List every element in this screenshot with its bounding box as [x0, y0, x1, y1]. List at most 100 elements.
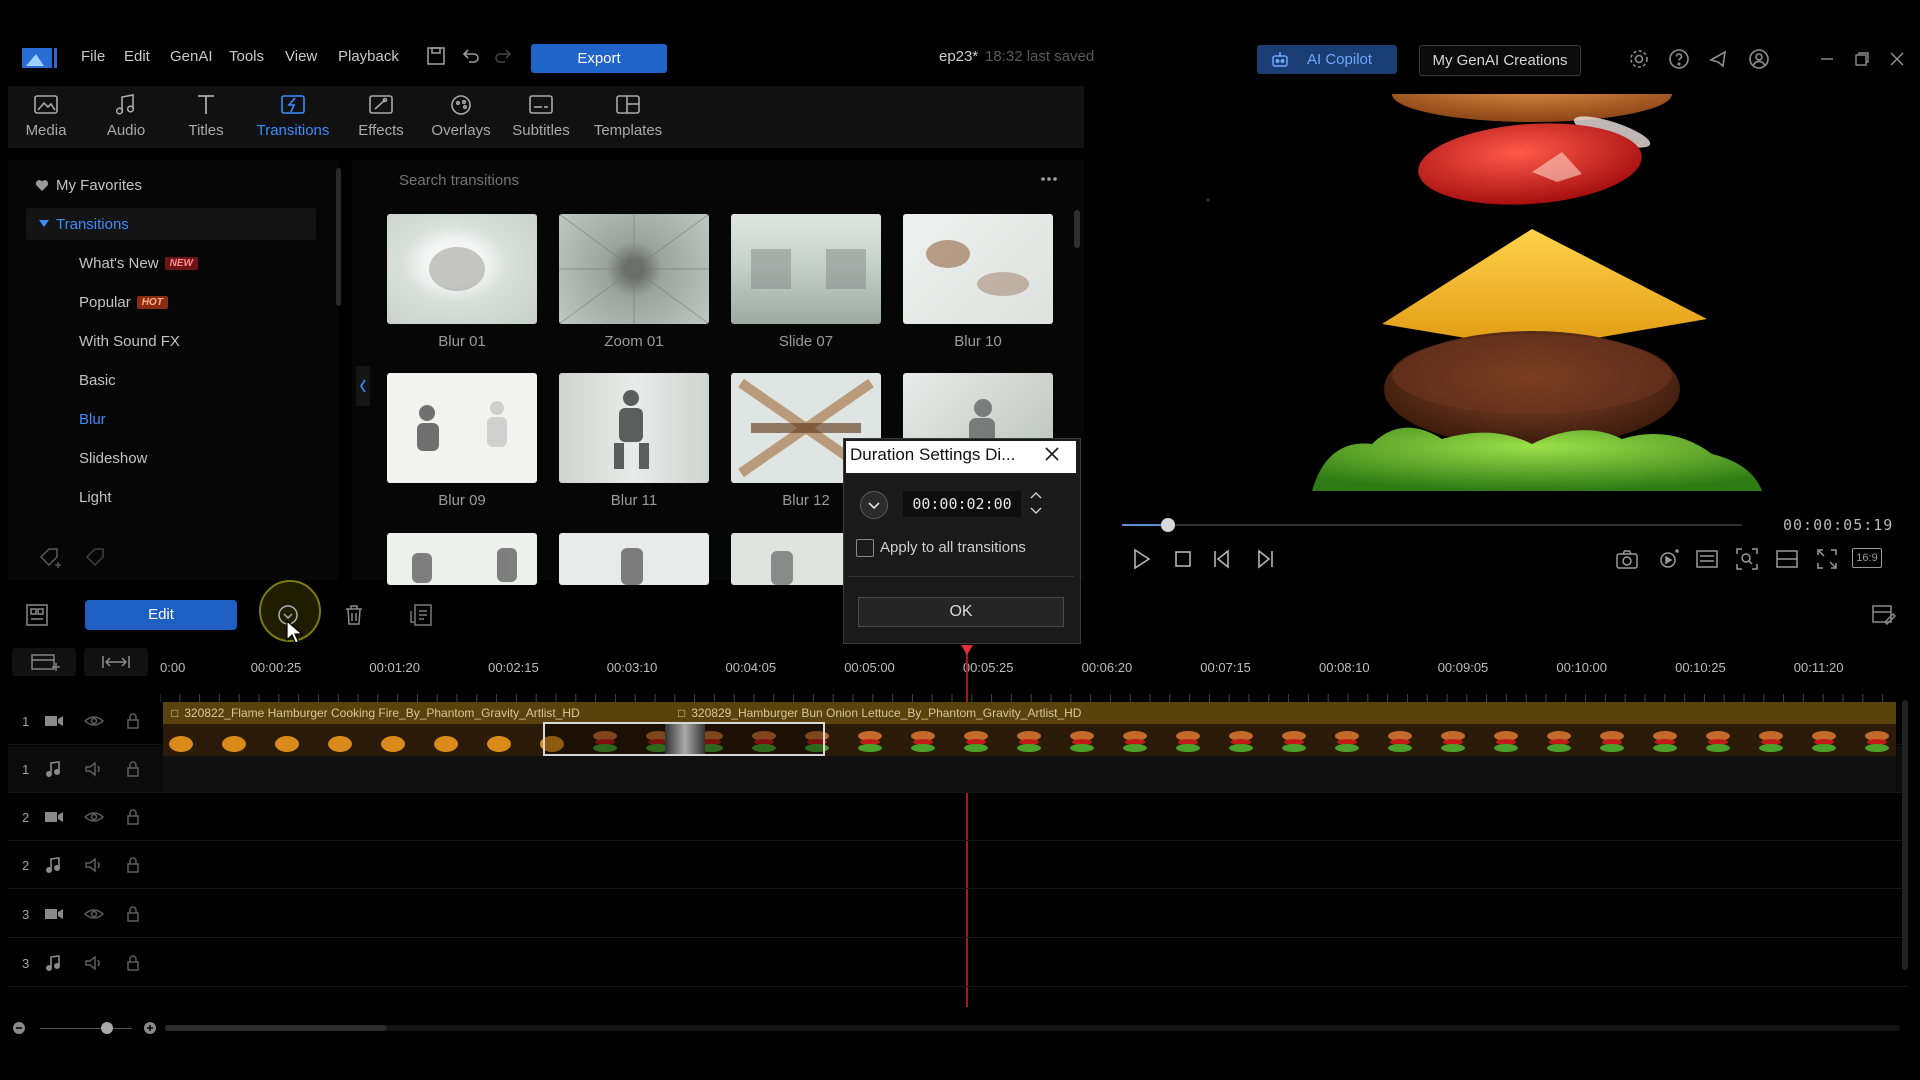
gear-icon[interactable]: [1627, 47, 1651, 71]
snapshot-icon[interactable]: [1614, 546, 1640, 572]
tab-templates[interactable]: Templates: [588, 92, 668, 139]
menu-file[interactable]: File: [81, 48, 105, 65]
eye-icon[interactable]: [83, 905, 105, 923]
tab-subtitles[interactable]: Subtitles: [501, 92, 581, 139]
timeline-scroll-thumb[interactable]: [165, 1025, 387, 1031]
track-row-audio-2[interactable]: 2: [8, 842, 1908, 889]
delete-icon[interactable]: [342, 602, 366, 628]
library-scrollbar[interactable]: [1074, 210, 1080, 248]
speaker-icon[interactable]: [83, 954, 105, 972]
menu-genai[interactable]: GenAI: [170, 48, 213, 65]
video-clip-1[interactable]: □ 320822_Flame Hamburger Cooking Fire_By_…: [163, 702, 670, 724]
undo-icon[interactable]: [459, 45, 481, 67]
lock-icon[interactable]: [124, 856, 142, 874]
menu-playback[interactable]: Playback: [338, 48, 399, 65]
track-row-video-3[interactable]: 3: [8, 891, 1908, 938]
preview-seek-track[interactable]: [1122, 524, 1742, 526]
duration-field[interactable]: 00:00:02:00: [903, 491, 1021, 517]
collapse-panel-button[interactable]: [356, 366, 370, 406]
tab-titles[interactable]: Titles: [166, 92, 246, 139]
ok-button[interactable]: OK: [858, 597, 1064, 627]
tag-edit-icon[interactable]: [84, 546, 110, 568]
zoom-slider-track[interactable]: [40, 1028, 132, 1029]
storyboard-toggle-icon[interactable]: [24, 602, 50, 628]
duration-increment-icon[interactable]: [1027, 489, 1045, 503]
track-manager-button[interactable]: [12, 648, 76, 676]
tab-media[interactable]: Media: [6, 92, 86, 139]
zoom-preview-icon[interactable]: [1734, 546, 1760, 572]
clip-attributes-icon[interactable]: [408, 602, 434, 628]
transition-thumb-9[interactable]: [387, 533, 537, 585]
transition-thumb-slide-07[interactable]: [731, 214, 881, 324]
sidebar-item-slideshow[interactable]: Slideshow: [79, 450, 147, 467]
my-favorites-item[interactable]: My Favorites: [56, 177, 142, 194]
tag-add-icon[interactable]: [38, 546, 64, 568]
ai-copilot-button[interactable]: AI Copilot: [1257, 45, 1397, 74]
export-button[interactable]: Export: [531, 44, 667, 73]
apply-all-label[interactable]: Apply to all transitions: [880, 539, 1026, 556]
aspect-ratio-button[interactable]: 16:9: [1852, 548, 1882, 568]
render-preview-icon[interactable]: [1656, 546, 1682, 572]
save-icon[interactable]: [425, 45, 447, 67]
next-frame-icon[interactable]: [1251, 546, 1277, 572]
sidebar-item-with-sound-fx[interactable]: With Sound FX: [79, 333, 180, 350]
playhead-marker[interactable]: [961, 645, 973, 655]
dialog-close-icon[interactable]: [1041, 443, 1063, 465]
fullscreen-icon[interactable]: [1814, 546, 1840, 572]
transition-thumb-blur-10[interactable]: [903, 214, 1053, 324]
eye-icon[interactable]: [83, 808, 105, 826]
zoom-in-icon[interactable]: [143, 1021, 157, 1035]
transition-thumb-zoom-01[interactable]: [559, 214, 709, 324]
preview-seek-handle[interactable]: [1161, 518, 1175, 532]
play-icon[interactable]: [1128, 546, 1154, 572]
lock-icon[interactable]: [124, 905, 142, 923]
feedback-icon[interactable]: [1707, 47, 1731, 71]
menu-edit[interactable]: Edit: [124, 48, 150, 65]
track-lane[interactable]: [163, 794, 1896, 840]
my-genai-creations-button[interactable]: My GenAI Creations: [1419, 45, 1581, 76]
close-window-icon[interactable]: [1885, 47, 1909, 71]
more-options-icon[interactable]: [1040, 176, 1058, 182]
split-view-icon[interactable]: [1774, 546, 1800, 572]
previous-frame-icon[interactable]: [1210, 546, 1236, 572]
transition-block-selected[interactable]: [543, 722, 825, 756]
video-preview[interactable]: [1112, 94, 1920, 491]
caret-down-icon[interactable]: [39, 220, 49, 228]
tab-audio[interactable]: Audio: [86, 92, 166, 139]
help-icon[interactable]: [1667, 47, 1691, 71]
sidebar-item-basic[interactable]: Basic: [79, 372, 116, 389]
tab-transitions[interactable]: Transitions: [253, 92, 333, 139]
redo-icon[interactable]: [493, 45, 515, 67]
track-lane[interactable]: [163, 842, 1896, 888]
subtitle-toggle-icon[interactable]: [1694, 546, 1720, 572]
track-lane[interactable]: [163, 891, 1896, 937]
tree-scrollbar[interactable]: [336, 168, 341, 306]
restore-icon[interactable]: [1850, 47, 1874, 71]
lock-icon[interactable]: [124, 712, 142, 730]
track-row-audio-3[interactable]: 3: [8, 940, 1908, 987]
stop-icon[interactable]: [1170, 546, 1196, 572]
speaker-icon[interactable]: [83, 760, 105, 778]
timeline-settings-icon[interactable]: [1870, 602, 1898, 628]
transition-thumb-blur-01[interactable]: [387, 214, 537, 324]
timeline-horizontal-scrollbar[interactable]: [165, 1025, 1900, 1031]
sidebar-item-popular[interactable]: Popular HOT: [79, 294, 168, 311]
apply-all-checkbox[interactable]: [856, 539, 874, 557]
lock-icon[interactable]: [124, 808, 142, 826]
video-clip-2[interactable]: □ 320829_Hamburger Bun Onion Lettuce_By_P…: [670, 702, 1896, 724]
tab-effects[interactable]: Effects: [341, 92, 421, 139]
sidebar-item-blur[interactable]: Blur: [79, 411, 106, 428]
transition-thumb-10[interactable]: [559, 533, 709, 585]
zoom-slider-handle[interactable]: [101, 1022, 113, 1034]
speaker-icon[interactable]: [83, 856, 105, 874]
menu-view[interactable]: View: [285, 48, 317, 65]
fit-timeline-button[interactable]: [84, 648, 148, 676]
lock-icon[interactable]: [124, 954, 142, 972]
account-icon[interactable]: [1747, 47, 1771, 71]
timeline-vertical-scrollbar[interactable]: [1902, 700, 1908, 970]
menu-tools[interactable]: Tools: [229, 48, 264, 65]
sidebar-item-light[interactable]: Light: [79, 489, 112, 506]
minimize-icon[interactable]: [1815, 47, 1839, 71]
duration-decrement-icon[interactable]: [1027, 503, 1045, 517]
track-lane[interactable]: [163, 940, 1896, 986]
